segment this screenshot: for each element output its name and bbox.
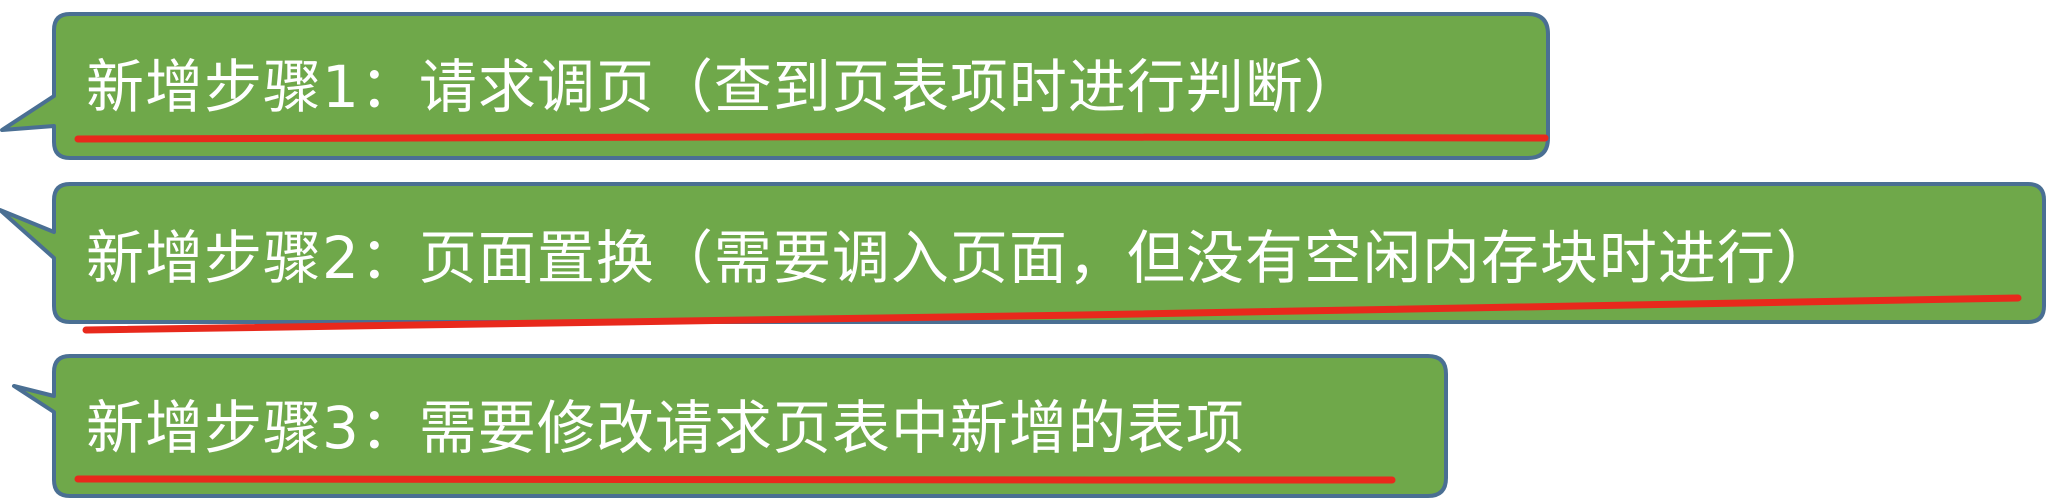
callout-3-underline <box>74 475 1396 484</box>
callout-1-underline <box>74 133 1549 143</box>
callout-1-text: 新增步骤1：请求调页（查到页表项时进行判断） <box>86 53 1363 121</box>
callout-3-text: 新增步骤3：需要修改请求页表中新增的表项 <box>86 394 1245 462</box>
callout-2-text: 新增步骤2：页面置换（需要调入页面，但没有空闲内存块时进行） <box>86 224 1835 292</box>
